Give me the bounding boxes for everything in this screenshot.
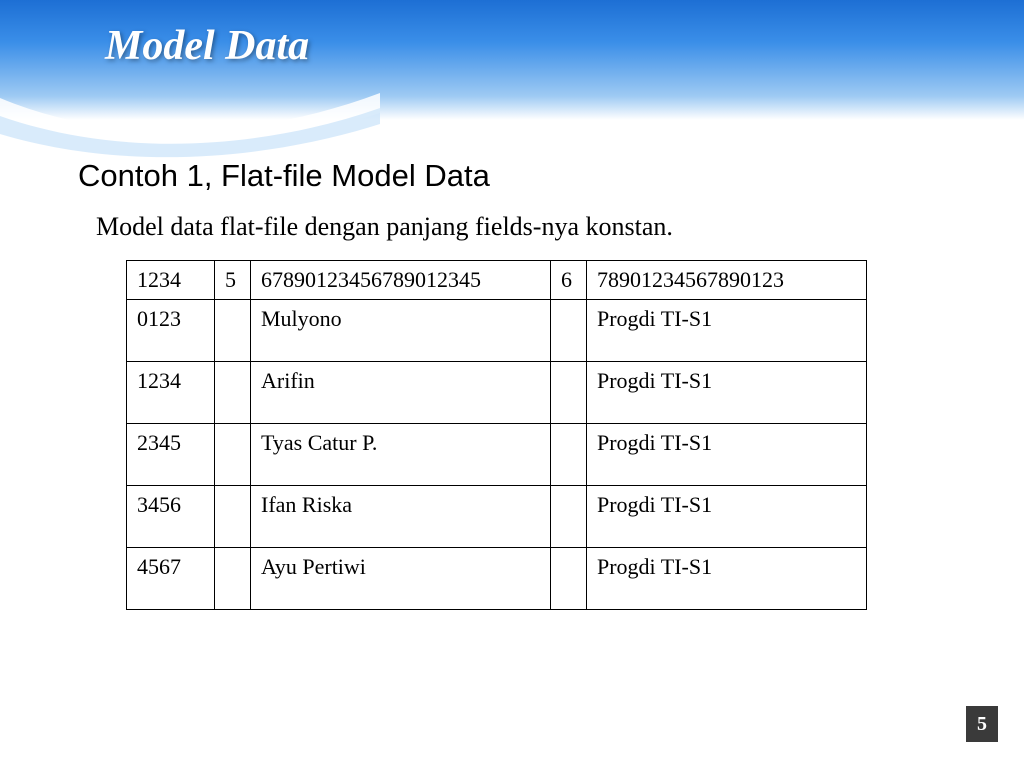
table-row: 2345 Tyas Catur P. Progdi TI-S1 — [127, 424, 867, 486]
table-cell — [551, 424, 587, 486]
table-cell: Progdi TI-S1 — [587, 300, 867, 362]
table-row: 4567 Ayu Pertiwi Progdi TI-S1 — [127, 548, 867, 610]
table-cell: 67890123456789012345 — [251, 261, 551, 300]
slide-content: Contoh 1, Flat-file Model Data Model dat… — [0, 120, 1024, 610]
table-cell: 78901234567890123 — [587, 261, 867, 300]
page-number-badge: 5 — [966, 706, 998, 742]
table-cell: 4567 — [127, 548, 215, 610]
table-row: 1234 Arifin Progdi TI-S1 — [127, 362, 867, 424]
description-text: Model data flat-file dengan panjang fiel… — [96, 212, 954, 242]
table-cell: Tyas Catur P. — [251, 424, 551, 486]
table-cell: 1234 — [127, 362, 215, 424]
table-row: 3456 Ifan Riska Progdi TI-S1 — [127, 486, 867, 548]
table-cell: 2345 — [127, 424, 215, 486]
table-cell — [215, 548, 251, 610]
table-cell: Progdi TI-S1 — [587, 548, 867, 610]
table-cell: Progdi TI-S1 — [587, 362, 867, 424]
table-cell — [551, 362, 587, 424]
table-cell: Ifan Riska — [251, 486, 551, 548]
table-cell: 0123 — [127, 300, 215, 362]
flat-file-table: 1234 5 67890123456789012345 6 7890123456… — [126, 260, 867, 610]
table-cell — [215, 424, 251, 486]
table-cell: 3456 — [127, 486, 215, 548]
table-cell: Mulyono — [251, 300, 551, 362]
table-header-row: 1234 5 67890123456789012345 6 7890123456… — [127, 261, 867, 300]
table-cell: 6 — [551, 261, 587, 300]
table-row: 0123 Mulyono Progdi TI-S1 — [127, 300, 867, 362]
table-cell: 5 — [215, 261, 251, 300]
subtitle: Contoh 1, Flat-file Model Data — [78, 158, 954, 194]
table-cell: Arifin — [251, 362, 551, 424]
table-cell: 1234 — [127, 261, 215, 300]
table-cell — [551, 486, 587, 548]
slide-title: Model Data — [105, 22, 309, 70]
table-cell — [215, 300, 251, 362]
table-cell — [215, 362, 251, 424]
table-cell: Ayu Pertiwi — [251, 548, 551, 610]
table-cell: Progdi TI-S1 — [587, 486, 867, 548]
table-cell — [551, 548, 587, 610]
table-cell — [551, 300, 587, 362]
table-cell — [215, 486, 251, 548]
slide-header: Model Data — [0, 0, 1024, 120]
table-cell: Progdi TI-S1 — [587, 424, 867, 486]
